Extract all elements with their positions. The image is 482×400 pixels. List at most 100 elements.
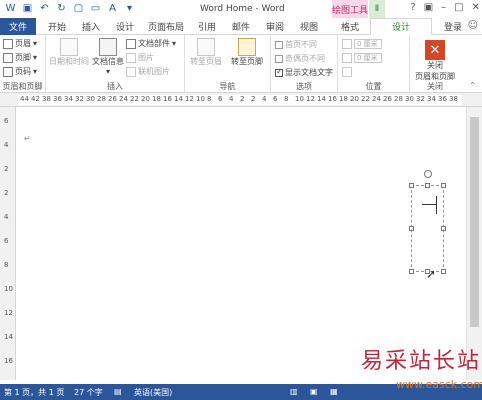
paragraph-mark-icon: ↵ — [24, 134, 31, 143]
tab-home[interactable]: 开始 — [42, 18, 72, 35]
language-status[interactable]: 英语(美国) — [134, 387, 172, 398]
header-button[interactable]: 页眉 ▾ — [3, 38, 37, 49]
ruler-tick-label: 4 — [262, 95, 267, 103]
save-icon[interactable]: ▣ — [21, 2, 34, 15]
close-header-footer-button[interactable]: ✕ 关闭 页眉和页脚 — [412, 40, 458, 82]
window-controls: ? ▣ – □ ✕ — [410, 2, 480, 13]
title-bar: W ▣ ↶ ↻ ▢ ▭ A ▾ Word Home - Word 绘图工具 Ⅱ … — [0, 0, 482, 18]
group-label-position: 位置 — [365, 82, 382, 91]
group-label-options: 选项 — [296, 82, 312, 91]
tab-page-layout[interactable]: 页面布局 — [144, 18, 188, 35]
page-number-button[interactable]: 页码 ▾ — [3, 66, 37, 77]
dropdown-arrow-icon: ▾ — [33, 53, 38, 62]
different-odd-even-checkbox[interactable]: 奇偶页不同 — [275, 53, 325, 64]
tab-design[interactable]: 设计 — [110, 18, 140, 35]
ruler-tick-label: 14 — [317, 95, 326, 103]
collapse-ribbon-icon[interactable]: ⌃ — [469, 81, 476, 90]
tab-insert[interactable]: 插入 — [76, 18, 106, 35]
goto-footer-button[interactable]: 转至页脚 — [227, 38, 267, 67]
different-odd-even-label: 奇偶页不同 — [285, 54, 325, 63]
picture-button[interactable]: 图片 — [126, 52, 154, 63]
close-window-icon[interactable]: ✕ — [472, 2, 480, 13]
vruler-tick-label: 2 — [4, 189, 9, 197]
watermark-logo-text: 易采站长站 — [361, 349, 482, 374]
footer-bottom-value[interactable]: 0 厘米 — [354, 53, 382, 63]
maximize-icon[interactable]: □ — [454, 2, 463, 13]
vertical-scrollbar[interactable] — [466, 107, 482, 380]
doc-parts-button[interactable]: 文档部件 ▾ — [126, 38, 176, 49]
vruler-tick-label: 14 — [4, 333, 13, 341]
ruler-tick-label: 16 — [328, 95, 337, 103]
page-count-status[interactable]: 第 1 页，共 1 页 — [4, 387, 64, 398]
group-insert: 日期和时间 文档信息 ▾ 文档部件 ▾ 图片 联机图片 插入 — [46, 35, 185, 93]
font-color-icon[interactable]: A — [106, 2, 119, 15]
resize-handle[interactable] — [409, 183, 414, 188]
resize-handle[interactable] — [441, 183, 446, 188]
doc-info-button[interactable]: 文档信息 ▾ — [91, 38, 125, 76]
word-count-status[interactable]: 27 个字 — [74, 387, 103, 398]
ruler-tick-label: 28 — [97, 95, 106, 103]
drawing-tools-context-label: 绘图工具 — [332, 0, 368, 18]
open-folder-icon[interactable]: ▭ — [89, 2, 102, 15]
resize-handle[interactable] — [441, 226, 446, 231]
redo-icon[interactable]: ↻ — [55, 2, 68, 15]
horizontal-ruler[interactable]: 44 42 38 36 34 32 30 28 26 24 22 20 18 16 14 12 10 8 6 4 2 2 4… — [0, 93, 482, 107]
different-first-page-checkbox[interactable]: 首页不同 — [275, 39, 317, 50]
show-document-text-checkbox[interactable]: 显示文档文字 — [275, 67, 333, 78]
selected-text-box[interactable] — [411, 185, 444, 272]
header-top-position-field[interactable]: 0 厘米 — [342, 39, 382, 49]
read-mode-icon[interactable]: ▥ — [290, 387, 298, 396]
ruler-tick-label: 36 — [438, 95, 447, 103]
resize-handle[interactable] — [409, 269, 414, 274]
web-layout-icon[interactable]: ▦ — [330, 387, 338, 396]
picture-icon — [126, 52, 136, 63]
tab-view[interactable]: 视图 — [294, 18, 324, 35]
line-shape — [422, 204, 436, 205]
ruler-scale: 44 42 38 36 34 32 30 28 26 24 22 20 18 16 14 12 10 8 6 4 2 2 4… — [18, 95, 462, 105]
tab-hf-design[interactable]: 设计 — [370, 18, 432, 35]
checkbox-checked-icon — [275, 67, 283, 77]
ruler-tick-label: 44 — [20, 95, 29, 103]
ribbon-display-icon[interactable]: ▣ — [424, 2, 433, 13]
vruler-tick-label: 4 — [4, 213, 9, 221]
help-icon[interactable]: ? — [410, 2, 415, 13]
tab-format[interactable]: 格式 — [332, 18, 368, 35]
online-picture-button[interactable]: 联机图片 — [126, 66, 170, 77]
minimize-icon[interactable]: – — [441, 2, 446, 13]
undo-icon[interactable]: ↶ — [38, 2, 51, 15]
vruler-tick-label: 4 — [4, 141, 9, 149]
ruler-tick-label: 30 — [86, 95, 95, 103]
header-top-value[interactable]: 0 厘米 — [354, 39, 382, 49]
resize-handle[interactable] — [409, 226, 414, 231]
proofing-icon[interactable]: ▤ — [114, 387, 122, 396]
insert-alignment-tab-button[interactable] — [342, 67, 352, 77]
tab-file[interactable]: 文件 — [0, 18, 36, 35]
sign-in-link[interactable]: 登录 — [444, 20, 462, 33]
resize-handle[interactable] — [425, 183, 430, 188]
group-options: 首页不同 奇偶页不同 显示文档文字 选项 — [271, 35, 338, 93]
ruler-tick-label: 26 — [383, 95, 392, 103]
vruler-tick-label: 12 — [4, 309, 13, 317]
picture-label: 图片 — [138, 53, 154, 62]
tab-references[interactable]: 引用 — [192, 18, 222, 35]
tab-review[interactable]: 审阅 — [260, 18, 290, 35]
resize-handle[interactable] — [441, 269, 446, 274]
ruler-tick-label: 24 — [119, 95, 128, 103]
customize-toolbar-icon[interactable]: ▾ — [123, 2, 136, 15]
rotation-handle[interactable] — [424, 170, 432, 178]
scrollbar-thumb[interactable] — [470, 117, 479, 327]
footer-button[interactable]: 页脚 ▾ — [3, 52, 37, 63]
online-picture-icon — [126, 66, 136, 77]
goto-header-button[interactable]: 转至页眉 — [187, 38, 225, 67]
print-layout-icon[interactable]: ▣ — [310, 387, 318, 396]
document-page[interactable] — [17, 107, 465, 380]
date-time-button[interactable]: 日期和时间 — [49, 38, 89, 67]
dropdown-arrow-icon: ▾ — [33, 39, 38, 48]
new-document-icon[interactable]: ▢ — [72, 2, 85, 15]
goto-footer-icon — [238, 38, 256, 56]
footer-bottom-position-field[interactable]: 0 厘米 — [342, 53, 382, 63]
vertical-ruler[interactable]: 6 4 2 2 4 6 8 10 12 14 16 — [0, 107, 16, 380]
tab-mailings[interactable]: 邮件 — [226, 18, 256, 35]
dropdown-arrow-icon: ▾ — [33, 67, 38, 76]
feedback-smiley-icon[interactable]: ☺ — [468, 20, 478, 31]
